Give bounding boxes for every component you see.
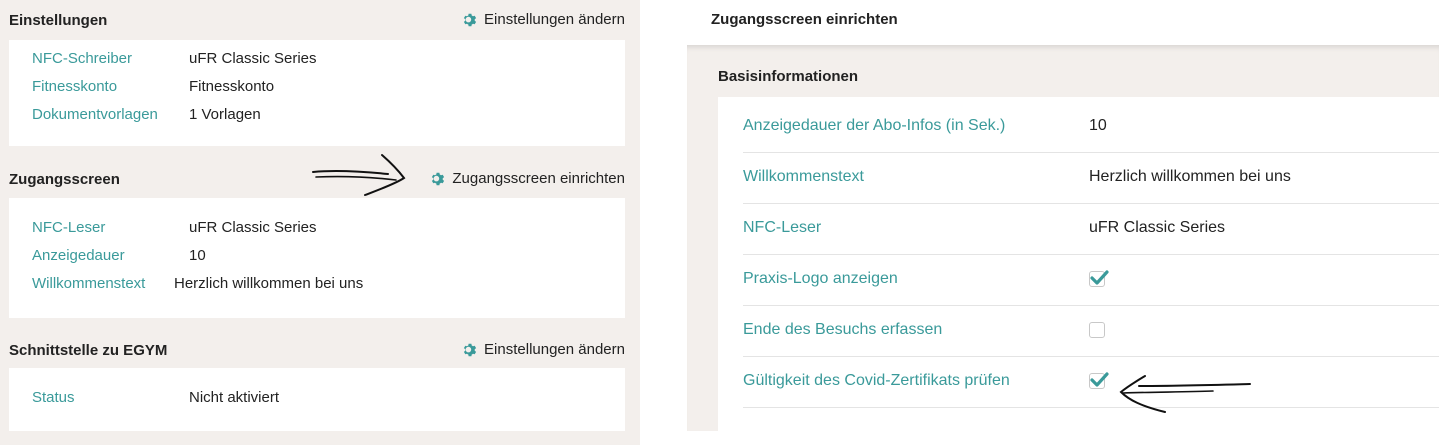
- form-row-track-visit-end: Ende des Besuchs erfassen: [743, 306, 1439, 357]
- row-label: Dokumentvorlagen: [32, 106, 158, 123]
- welcome-text-value[interactable]: Herzlich willkommen bei uns: [1089, 168, 1291, 186]
- row-label: Willkommenstext: [32, 275, 146, 292]
- nfc-reader-value[interactable]: uFR Classic Series: [1089, 219, 1225, 237]
- section-header-zugangsscreen: Zugangsscreen Zugangsscreen einrichten: [0, 159, 640, 199]
- info-row: Status Nicht aktiviert: [32, 389, 279, 406]
- change-settings-link[interactable]: Einstellungen ändern: [462, 11, 625, 28]
- section-header-einstellungen: Einstellungen Einstellungen ändern: [0, 0, 640, 40]
- row-label: NFC-Leser: [32, 219, 106, 236]
- form-row-nfc-reader: NFC-Leser uFR Classic Series: [743, 204, 1439, 255]
- access-screen-card: NFC-Leser uFR Classic Series Anzeigedauer…: [9, 198, 625, 318]
- row-value: Herzlich willkommen bei uns: [174, 275, 364, 292]
- row-value: Nicht aktiviert: [189, 389, 280, 406]
- section-header-egym: Schnittstelle zu EGYM Einstellungen ände…: [0, 330, 640, 370]
- panel-title: Zugangsscreen einrichten: [711, 11, 898, 28]
- row-label: NFC-Schreiber: [32, 50, 133, 67]
- display-duration-value[interactable]: 10: [1089, 117, 1107, 135]
- settings-card: NFC-Schreiber uFR Classic Series Fitnessk…: [9, 40, 625, 146]
- basic-info-form: Anzeigedauer der Abo-Infos (in Sek.) 10 …: [718, 97, 1439, 431]
- covid-certificate-checkbox[interactable]: [1089, 372, 1109, 389]
- field-label: Anzeigedauer der Abo-Infos (in Sek.): [743, 117, 1006, 134]
- settings-overview-panel: Einstellungen Einstellungen ändern NFC-S…: [0, 0, 640, 445]
- basic-info-title: Basisinformationen: [718, 68, 859, 85]
- change-egym-settings-label: Einstellungen ändern: [484, 341, 625, 358]
- change-egym-settings-link[interactable]: Einstellungen ändern: [462, 341, 625, 358]
- info-row: Fitnesskonto Fitnesskonto: [32, 78, 274, 95]
- checkmark-icon: [1090, 372, 1109, 387]
- row-value: Fitnesskonto: [189, 78, 275, 95]
- row-value: uFR Classic Series: [189, 50, 317, 67]
- checkmark-icon: [1090, 270, 1109, 285]
- panel-header: Zugangsscreen einrichten: [687, 0, 1439, 45]
- track-visit-end-checkbox[interactable]: [1089, 322, 1105, 338]
- gear-icon: [463, 13, 477, 26]
- field-label: Gültigkeit des Covid-Zertifikats prüfen: [743, 372, 1010, 389]
- row-label: Status: [32, 389, 75, 406]
- row-value: 1 Vorlagen: [189, 106, 261, 123]
- field-label: Praxis-Logo anzeigen: [743, 270, 898, 287]
- field-label: Ende des Besuchs erfassen: [743, 321, 943, 338]
- access-screen-setup-panel: Zugangsscreen einrichten Basisinformatio…: [687, 0, 1439, 445]
- info-row: Anzeigedauer 10: [32, 247, 206, 264]
- panel-body: Basisinformationen Anzeigedauer der Abo-…: [687, 45, 1439, 431]
- form-row-show-logo: Praxis-Logo anzeigen: [743, 255, 1439, 306]
- row-value: uFR Classic Series: [189, 219, 317, 236]
- info-row: NFC-Schreiber uFR Classic Series: [32, 50, 317, 67]
- gear-icon: [432, 172, 445, 185]
- info-row: Willkommenstext Herzlich willkommen bei u…: [32, 275, 363, 292]
- section-title: Einstellungen: [9, 12, 108, 29]
- change-settings-label: Einstellungen ändern: [484, 11, 625, 28]
- form-row-covid-check: Gültigkeit des Covid-Zertifikats prüfen: [743, 357, 1439, 408]
- row-label: Fitnesskonto: [32, 78, 118, 95]
- form-row-welcome-text: Willkommenstext Herzlich willkommen bei …: [743, 153, 1439, 204]
- show-logo-checkbox[interactable]: [1089, 270, 1109, 287]
- row-value: 10: [189, 247, 206, 264]
- egym-card: Status Nicht aktiviert: [9, 368, 625, 431]
- setup-access-screen-link[interactable]: Zugangsscreen einrichten: [430, 170, 625, 187]
- section-title: Zugangsscreen: [9, 171, 120, 188]
- field-label: NFC-Leser: [743, 219, 822, 236]
- setup-access-screen-label: Zugangsscreen einrichten: [452, 170, 625, 187]
- info-row: Dokumentvorlagen 1 Vorlagen: [32, 106, 261, 123]
- row-label: Anzeigedauer: [32, 247, 125, 264]
- field-label: Willkommenstext: [743, 168, 864, 185]
- form-row-display-duration: Anzeigedauer der Abo-Infos (in Sek.) 10: [743, 102, 1439, 153]
- section-title: Schnittstelle zu EGYM: [9, 342, 168, 359]
- gear-icon: [463, 343, 477, 356]
- info-row: NFC-Leser uFR Classic Series: [32, 219, 317, 236]
